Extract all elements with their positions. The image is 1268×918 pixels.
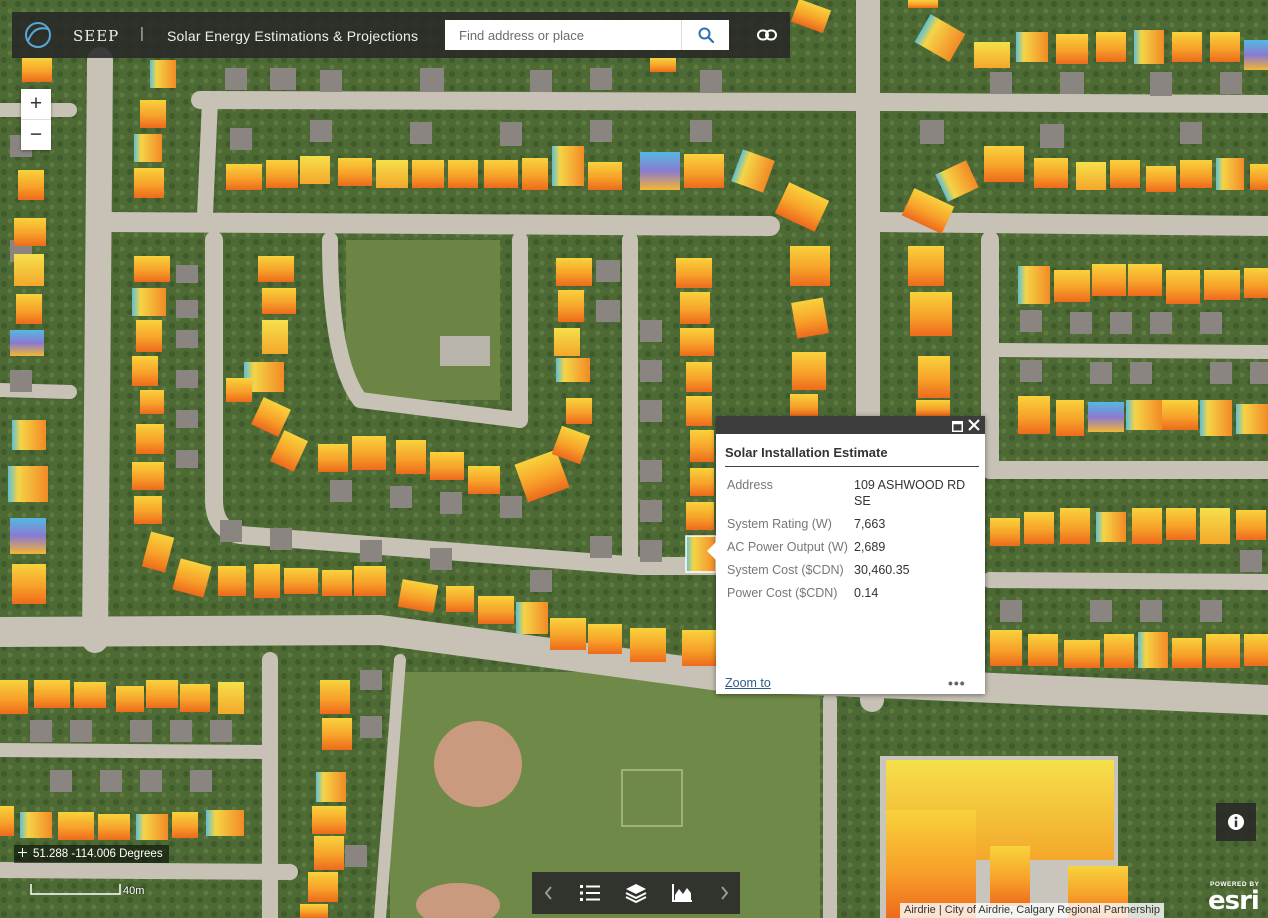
table-row: Address 109 ASHWOOD RD SE — [727, 477, 981, 516]
field-label: System Rating (W) — [727, 517, 832, 531]
table-row: System Cost ($CDN) 30,460.35 — [727, 562, 981, 585]
field-value: 2,689 — [854, 540, 886, 554]
search-icon — [698, 27, 714, 43]
app-title: Solar Energy Estimations & Projections — [167, 28, 419, 44]
field-label: AC Power Output (W) — [727, 540, 848, 554]
table-row: System Rating (W) 7,663 — [727, 516, 981, 539]
bottom-toolbar — [532, 872, 740, 914]
toolbar-prev-button[interactable] — [532, 872, 564, 914]
legend-button[interactable] — [568, 872, 612, 914]
popup-titlebar — [716, 416, 985, 434]
popup-title: Solar Installation Estimate — [725, 445, 888, 460]
maximize-icon — [952, 421, 963, 432]
close-icon — [968, 419, 980, 431]
search-button[interactable] — [681, 20, 730, 50]
coordinate-text: 51.288 -114.006 Degrees — [33, 848, 163, 860]
share-link-button[interactable] — [752, 24, 782, 46]
field-label: Power Cost ($CDN) — [727, 586, 838, 600]
field-value: 0.14 — [854, 586, 879, 600]
popup-pointer — [707, 542, 716, 560]
info-button[interactable] — [1216, 803, 1256, 841]
attribute-table: Address 109 ASHWOOD RD SE System Rating … — [727, 477, 981, 608]
table-row: Power Cost ($CDN) 0.14 — [727, 585, 981, 608]
zoom-control: + − — [21, 89, 51, 150]
field-value: 109 ASHWOOD RD SE — [854, 478, 966, 508]
field-label: Address — [727, 478, 773, 492]
area-chart-icon — [672, 884, 692, 902]
legend-list-icon — [580, 885, 600, 901]
title-separator: | — [140, 25, 144, 42]
search-input[interactable] — [445, 20, 681, 50]
seep-logo-icon — [24, 21, 52, 49]
app-header: SEEP | Solar Energy Estimations & Projec… — [12, 12, 790, 58]
zoom-out-button[interactable]: − — [21, 120, 51, 150]
aerial-map[interactable] — [0, 0, 1268, 918]
chart-button[interactable] — [660, 872, 704, 914]
zoom-in-button[interactable]: + — [21, 89, 51, 120]
more-actions-button[interactable]: ••• — [948, 675, 966, 691]
layers-button[interactable] — [614, 872, 658, 914]
field-value: 7,663 — [854, 517, 886, 531]
field-value: 30,460.35 — [854, 563, 910, 577]
feature-popup: Solar Installation Estimate Address 109 … — [707, 416, 985, 694]
zoom-to-link[interactable]: Zoom to — [725, 676, 771, 690]
scale-label: 40m — [123, 885, 145, 897]
link-icon — [757, 29, 777, 41]
table-row: AC Power Output (W) 2,689 — [727, 539, 981, 562]
map-attribution: Airdrie | City of Airdrie, Calgary Regio… — [900, 903, 1164, 918]
chevron-left-icon — [544, 886, 552, 900]
app-short-name: SEEP — [73, 27, 120, 45]
layers-icon — [625, 884, 647, 903]
toolbar-next-button[interactable] — [708, 872, 740, 914]
map-imagery — [0, 0, 1268, 918]
close-button[interactable] — [967, 417, 981, 433]
search-box — [445, 20, 729, 50]
coordinate-display[interactable]: 51.288 -114.006 Degrees — [14, 845, 169, 863]
esri-logo[interactable]: POWERED BY esri — [1208, 880, 1268, 918]
info-icon — [1228, 814, 1244, 830]
esri-wordmark: esri — [1208, 886, 1260, 916]
popup-divider — [725, 466, 979, 467]
crosshair-icon — [18, 845, 27, 863]
field-label: System Cost ($CDN) — [727, 563, 844, 577]
chevron-right-icon — [720, 886, 728, 900]
maximize-button[interactable] — [952, 419, 963, 432]
